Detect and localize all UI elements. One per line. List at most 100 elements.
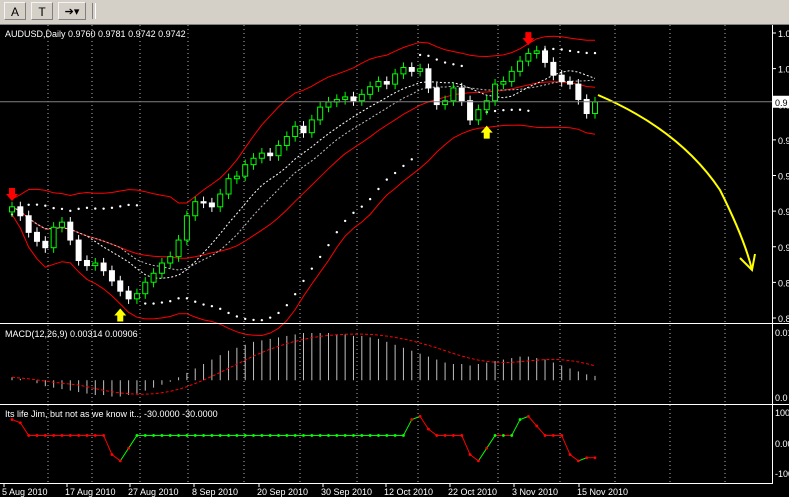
sar-dot — [318, 255, 322, 259]
candle-body — [575, 83, 582, 100]
price-tick-label: 0.8 — [778, 278, 789, 288]
sar-dot — [35, 203, 39, 206]
oscillator-tick-label: 0.00 — [775, 439, 789, 449]
sar-dot — [452, 63, 455, 66]
oscillator-dot — [85, 434, 89, 437]
candle-body — [17, 206, 24, 217]
candle-body — [467, 100, 474, 121]
sar-dot — [335, 231, 339, 234]
oscillator-dot — [302, 434, 305, 437]
sar-dot — [343, 219, 347, 223]
time-tick-label: 17 Aug 2010 — [65, 487, 116, 497]
sar-dot — [510, 108, 513, 112]
oscillator-dot — [377, 434, 380, 437]
sar-dot — [185, 297, 189, 300]
oscillator-dot — [202, 434, 205, 437]
candle-body — [25, 215, 32, 233]
candle-body — [250, 157, 257, 166]
sar-dot — [418, 53, 422, 57]
candle-body — [33, 231, 40, 242]
sar-dot — [169, 299, 172, 303]
time-tick-label: 8 Sep 2010 — [192, 487, 238, 497]
oscillator-dot — [501, 434, 505, 437]
candle-body — [208, 202, 215, 208]
candle-body — [375, 81, 382, 88]
oscillator-dot — [193, 434, 197, 437]
sar-dot — [219, 307, 222, 311]
sar-dot — [110, 206, 114, 210]
candle-body — [192, 201, 199, 217]
sar-dot — [460, 64, 463, 68]
sar-dot — [235, 315, 239, 318]
candle-body — [367, 86, 374, 95]
sar-dot — [244, 317, 247, 321]
candle-body — [158, 262, 165, 274]
oscillator-dot — [485, 446, 489, 450]
oscillator-dot — [551, 434, 555, 437]
oscillator-dot — [318, 434, 322, 437]
candle-body — [92, 262, 99, 267]
candle-body — [58, 221, 65, 228]
oscillator-dot — [310, 434, 314, 437]
candle-body — [342, 96, 349, 100]
sar-dot — [260, 318, 264, 322]
oscillator-dot — [385, 434, 389, 437]
sar-dot — [252, 318, 255, 322]
time-tick-label: 27 Aug 2010 — [128, 487, 179, 497]
toolbar: A T ➔▾ — [0, 0, 789, 25]
sar-dot — [152, 302, 155, 305]
price-chart[interactable]: AUDUSD,Daily 0.9760 0.9781 0.9742 0.9742… — [0, 24, 789, 497]
price-tick-label: 1.0 — [778, 29, 789, 39]
sar-dot — [552, 47, 555, 51]
candle-body — [300, 125, 307, 134]
oscillator-dot — [35, 434, 39, 437]
sar-dot — [94, 207, 97, 210]
candle-body — [542, 50, 549, 63]
oscillator-dot — [443, 434, 447, 437]
oscillator-dot — [335, 434, 339, 437]
sar-dot — [144, 302, 147, 305]
sar-dot — [368, 197, 372, 201]
candle-body — [450, 87, 457, 102]
sar-dot — [85, 206, 89, 210]
candle-body — [408, 67, 415, 72]
candle-body — [75, 239, 82, 261]
candle-body — [217, 193, 224, 208]
sar-dot — [277, 311, 280, 315]
time-tick-label: 22 Oct 2010 — [448, 487, 497, 497]
candle-body — [275, 144, 282, 157]
oscillator-dot — [135, 434, 139, 437]
oscillator-dot — [243, 434, 247, 437]
arrows-tool-button[interactable]: ➔▾ — [58, 2, 86, 20]
price-tick-label: 0.8 — [778, 314, 789, 324]
candle-body — [558, 74, 565, 83]
price-tick-label: 0.9 — [778, 243, 789, 253]
oscillator-dot — [518, 418, 522, 421]
candle-body — [50, 226, 57, 249]
oscillator-dot — [110, 453, 114, 456]
sar-dot — [360, 205, 363, 208]
candle-body — [100, 262, 107, 272]
candle-body — [425, 68, 432, 89]
oscillator-dot — [260, 434, 264, 437]
candle-body — [358, 93, 365, 102]
oscillator-dot — [52, 434, 56, 437]
candle-body — [508, 70, 515, 83]
sar-dot — [527, 109, 530, 112]
candle-body — [533, 50, 540, 54]
candle-body — [292, 125, 299, 138]
price-tick-label: 1.0 — [778, 65, 789, 75]
price-tick-label: 0.9 — [778, 172, 789, 182]
candle-body — [117, 280, 124, 292]
sar-dot — [410, 158, 413, 161]
label-tool-button[interactable]: T — [31, 2, 53, 20]
oscillator-tick-label: 100 — [775, 408, 789, 418]
candle-body — [383, 81, 390, 85]
oscillator-dot — [493, 434, 497, 437]
candle-body — [308, 119, 315, 134]
candle-body — [258, 152, 265, 159]
sar-dot — [393, 171, 397, 175]
text-tool-button[interactable]: A — [4, 2, 26, 20]
sar-dot — [69, 209, 72, 213]
candle-body — [517, 60, 524, 72]
